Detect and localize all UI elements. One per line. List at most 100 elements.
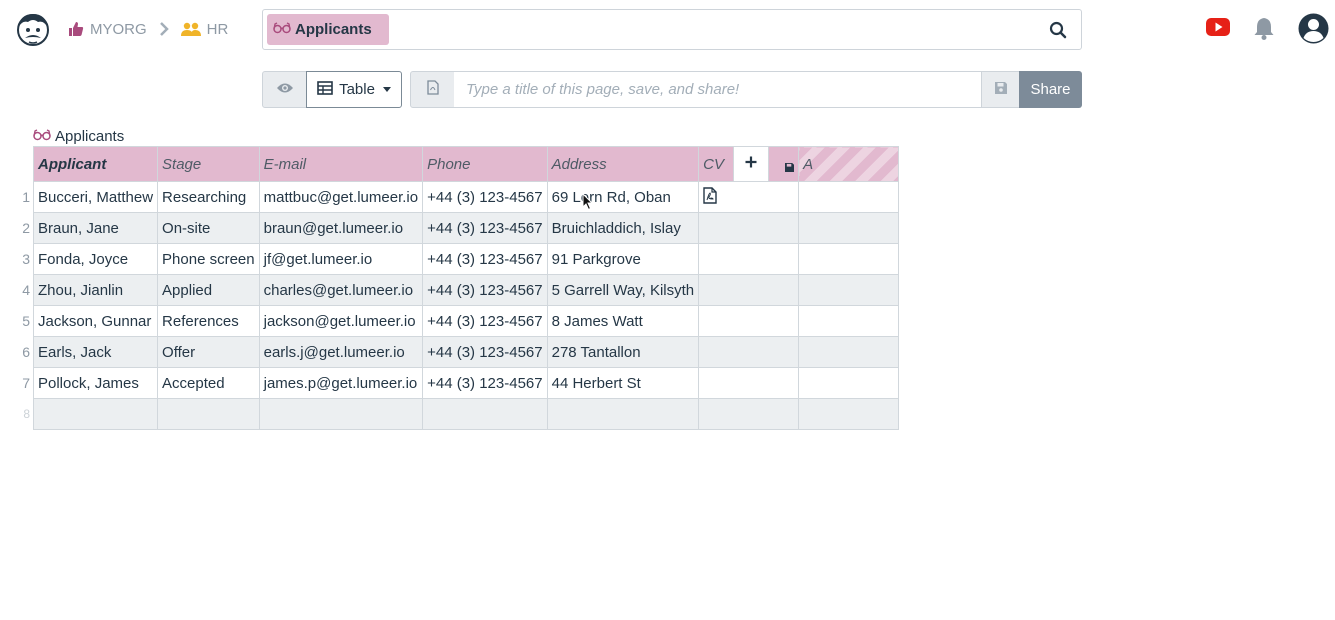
view-select-label: Table bbox=[339, 81, 375, 98]
table-row[interactable]: Jackson, Gunnar References jackson@get.l… bbox=[32, 305, 900, 337]
cell-email[interactable]: jf@get.lumeer.io bbox=[258, 243, 424, 275]
search-icon[interactable] bbox=[1049, 21, 1067, 39]
cell-applicant[interactable] bbox=[32, 398, 159, 430]
column-header-applicant[interactable]: Applicant bbox=[32, 146, 159, 182]
data-table: Applicant Stage E-mail Phone Address CV … bbox=[32, 146, 900, 430]
cell-address[interactable]: 91 Parkgrove bbox=[546, 243, 700, 275]
toggle-visibility-button[interactable] bbox=[262, 71, 307, 108]
cell-phone[interactable]: +44 (3) 123-4567 bbox=[422, 181, 548, 213]
cell-email[interactable]: earls.j@get.lumeer.io bbox=[258, 336, 424, 368]
column-header-stage[interactable]: Stage bbox=[157, 146, 260, 182]
table-row[interactable]: Earls, Jack Offer earls.j@get.lumeer.io … bbox=[32, 336, 900, 368]
cell-phone[interactable]: +44 (3) 123-4567 bbox=[422, 212, 548, 244]
document-icon bbox=[426, 79, 439, 100]
table-row-new[interactable] bbox=[32, 398, 900, 430]
table-row[interactable]: Braun, Jane On-site braun@get.lumeer.io … bbox=[32, 212, 900, 244]
share-button[interactable]: Share bbox=[1019, 71, 1082, 108]
cell-phone[interactable]: +44 (3) 123-4567 bbox=[422, 274, 548, 306]
column-header-address[interactable]: Address bbox=[546, 146, 700, 182]
cell-address[interactable]: 5 Garrell Way, Kilsyth bbox=[546, 274, 700, 306]
table-row[interactable]: Fonda, Joyce Phone screen jf@get.lumeer.… bbox=[32, 243, 900, 275]
cell-cv[interactable] bbox=[698, 181, 800, 213]
cell-applicant[interactable]: Bucceri, Matthew bbox=[32, 181, 159, 213]
cell-applicant[interactable]: Fonda, Joyce bbox=[32, 243, 159, 275]
cell-email[interactable]: mattbuc@get.lumeer.io bbox=[258, 181, 424, 213]
cell-email[interactable] bbox=[258, 398, 424, 430]
page-title-input[interactable] bbox=[454, 71, 982, 108]
breadcrumb-project-label: HR bbox=[206, 20, 229, 38]
cell-new[interactable] bbox=[798, 336, 900, 368]
cell-address[interactable]: 69 Lorn Rd, Oban bbox=[546, 181, 700, 213]
view-select-dropdown[interactable]: Table bbox=[306, 71, 402, 108]
table-title-label: Applicants bbox=[55, 127, 125, 145]
app-logo[interactable] bbox=[14, 10, 52, 48]
cell-address[interactable]: Bruichladdich, Islay bbox=[546, 212, 700, 244]
cell-address[interactable]: 44 Herbert St bbox=[546, 367, 700, 399]
cell-cv[interactable] bbox=[698, 274, 800, 306]
cell-new[interactable] bbox=[798, 212, 900, 244]
cell-applicant[interactable]: Earls, Jack bbox=[32, 336, 159, 368]
row-number: 8 bbox=[23, 407, 30, 421]
cell-email[interactable]: braun@get.lumeer.io bbox=[258, 212, 424, 244]
cell-stage[interactable]: Applied bbox=[157, 274, 260, 306]
pdf-file-icon[interactable] bbox=[703, 186, 717, 208]
cell-email[interactable]: jackson@get.lumeer.io bbox=[258, 305, 424, 337]
user-avatar-icon[interactable] bbox=[1298, 13, 1329, 49]
cell-stage[interactable]: Researching bbox=[157, 181, 260, 213]
cell-stage[interactable]: On-site bbox=[157, 212, 260, 244]
cell-applicant[interactable]: Zhou, Jianlin bbox=[32, 274, 159, 306]
column-header-phone[interactable]: Phone bbox=[422, 146, 548, 182]
cell-phone[interactable]: +44 (3) 123-4567 bbox=[422, 305, 548, 337]
cell-stage[interactable]: Phone screen bbox=[157, 243, 260, 275]
cell-address[interactable]: 8 James Watt bbox=[546, 305, 700, 337]
cell-stage[interactable]: Accepted bbox=[157, 367, 260, 399]
youtube-icon[interactable] bbox=[1206, 18, 1230, 41]
cell-new[interactable] bbox=[798, 181, 900, 213]
table-row[interactable]: Zhou, Jianlin Applied charles@get.lumeer… bbox=[32, 274, 900, 306]
search-box[interactable]: Applicants bbox=[262, 9, 1082, 50]
cell-email[interactable]: charles@get.lumeer.io bbox=[258, 274, 424, 306]
cell-new[interactable] bbox=[798, 398, 900, 430]
cell-cv[interactable] bbox=[698, 243, 800, 275]
save-button[interactable] bbox=[981, 71, 1020, 108]
column-header-email[interactable]: E-mail bbox=[258, 146, 424, 182]
save-icon bbox=[994, 81, 1007, 99]
add-column-button[interactable] bbox=[733, 146, 769, 182]
cell-phone[interactable]: +44 (3) 123-4567 bbox=[422, 336, 548, 368]
cell-applicant[interactable]: Jackson, Gunnar bbox=[32, 305, 159, 337]
cell-cv[interactable] bbox=[698, 336, 800, 368]
cell-address[interactable]: 278 Tantallon bbox=[546, 336, 700, 368]
cell-applicant[interactable]: Braun, Jane bbox=[32, 212, 159, 244]
search-chip-label: Applicants bbox=[295, 21, 372, 38]
cell-phone[interactable] bbox=[422, 398, 548, 430]
cell-phone[interactable]: +44 (3) 123-4567 bbox=[422, 367, 548, 399]
cell-cv[interactable] bbox=[698, 305, 800, 337]
cell-email[interactable]: james.p@get.lumeer.io bbox=[258, 367, 424, 399]
cell-stage[interactable] bbox=[157, 398, 260, 430]
cell-new[interactable] bbox=[798, 305, 900, 337]
search-chip-applicants[interactable]: Applicants bbox=[267, 14, 389, 45]
cell-new[interactable] bbox=[798, 367, 900, 399]
notifications-bell-icon[interactable] bbox=[1253, 16, 1275, 45]
cell-cv[interactable] bbox=[698, 367, 800, 399]
cell-new[interactable] bbox=[798, 243, 900, 275]
cell-new[interactable] bbox=[798, 274, 900, 306]
page-document-button[interactable] bbox=[410, 71, 455, 108]
cell-phone[interactable]: +44 (3) 123-4567 bbox=[422, 243, 548, 275]
cell-address[interactable] bbox=[546, 398, 700, 430]
row-number: 5 bbox=[22, 313, 30, 329]
cell-stage[interactable]: References bbox=[157, 305, 260, 337]
cell-applicant[interactable]: Pollock, James bbox=[32, 367, 159, 399]
glasses-icon bbox=[273, 21, 291, 38]
breadcrumb: MYORG HR bbox=[68, 18, 228, 40]
plus-icon bbox=[745, 155, 757, 173]
table-icon bbox=[317, 80, 333, 99]
breadcrumb-project[interactable]: HR bbox=[180, 20, 229, 38]
table-row[interactable]: Pollock, James Accepted james.p@get.lume… bbox=[32, 367, 900, 399]
breadcrumb-org[interactable]: MYORG bbox=[68, 21, 147, 38]
cell-cv[interactable] bbox=[698, 212, 800, 244]
column-header-new[interactable]: A bbox=[798, 146, 900, 182]
cell-cv[interactable] bbox=[698, 398, 800, 430]
cell-stage[interactable]: Offer bbox=[157, 336, 260, 368]
table-row[interactable]: Bucceri, Matthew Researching mattbuc@get… bbox=[32, 181, 900, 213]
